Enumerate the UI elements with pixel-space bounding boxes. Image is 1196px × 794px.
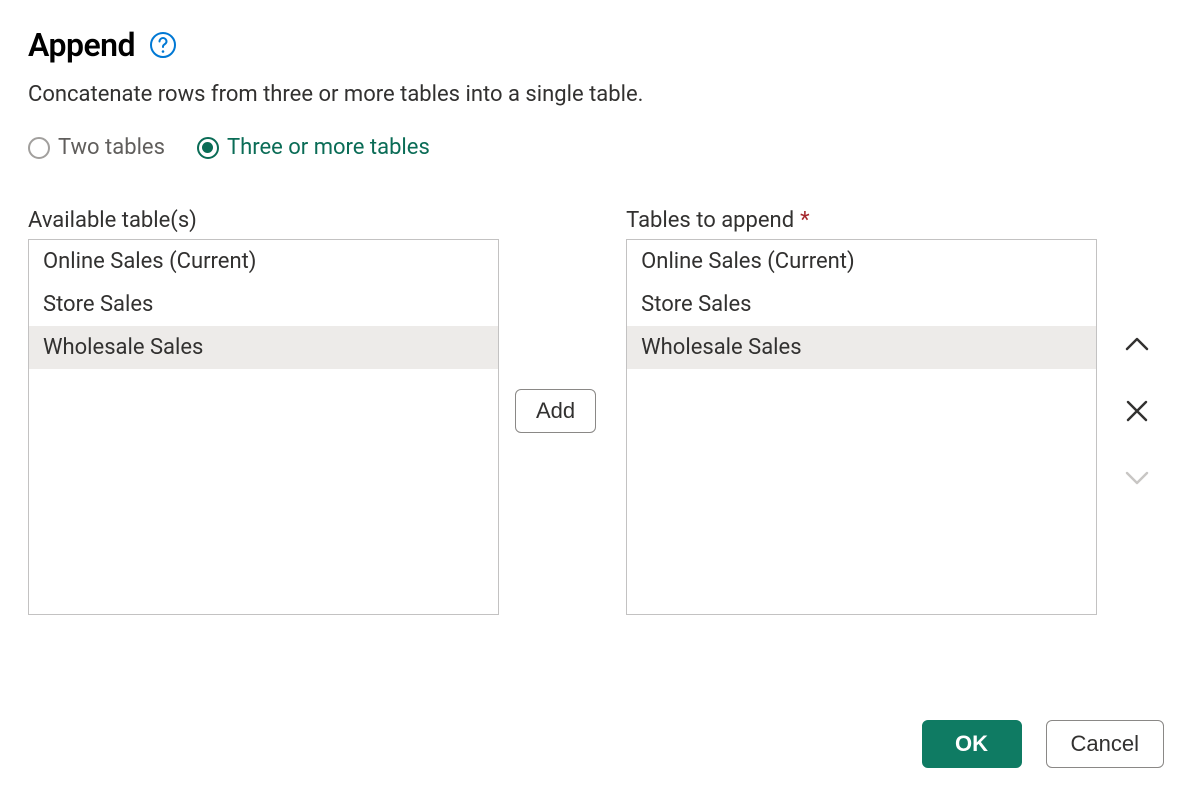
radio-three-or-more-tables[interactable]: Three or more tables	[197, 135, 430, 160]
radio-circle-icon	[28, 137, 50, 159]
append-dialog: Append Concatenate rows from three or mo…	[0, 0, 1196, 794]
radio-circle-icon	[197, 137, 219, 159]
dialog-subtitle: Concatenate rows from three or more tabl…	[28, 82, 1168, 107]
chevron-up-icon	[1123, 331, 1151, 359]
tables-to-append-label: Tables to append	[626, 208, 794, 233]
help-icon[interactable]	[149, 31, 177, 59]
move-up-button[interactable]	[1119, 327, 1155, 363]
available-tables-label: Available table(s)	[28, 208, 197, 233]
remove-button[interactable]	[1119, 393, 1155, 429]
add-button[interactable]: Add	[515, 389, 596, 433]
list-item[interactable]: Online Sales (Current)	[627, 240, 1096, 283]
list-item[interactable]: Wholesale Sales	[627, 326, 1096, 369]
list-item[interactable]: Wholesale Sales	[29, 326, 498, 369]
x-icon	[1124, 398, 1150, 424]
cancel-button[interactable]: Cancel	[1046, 720, 1164, 768]
available-tables-column: Available table(s) Online Sales (Current…	[28, 208, 499, 615]
list-item[interactable]: Online Sales (Current)	[29, 240, 498, 283]
list-item[interactable]: Store Sales	[29, 283, 498, 326]
title-row: Append	[28, 26, 1168, 64]
tables-to-append-listbox[interactable]: Online Sales (Current) Store Sales Whole…	[626, 239, 1097, 615]
move-down-button[interactable]	[1119, 459, 1155, 495]
radio-two-tables[interactable]: Two tables	[28, 135, 165, 160]
dialog-title: Append	[28, 26, 135, 64]
ok-button[interactable]: OK	[922, 720, 1022, 768]
chevron-down-icon	[1123, 463, 1151, 491]
radio-two-tables-label: Two tables	[58, 135, 165, 160]
available-tables-listbox[interactable]: Online Sales (Current) Store Sales Whole…	[28, 239, 499, 615]
list-item[interactable]: Store Sales	[627, 283, 1096, 326]
available-tables-label-row: Available table(s)	[28, 208, 499, 233]
tables-to-append-label-row: Tables to append *	[626, 208, 1097, 233]
tables-to-append-column: Tables to append * Online Sales (Current…	[626, 208, 1097, 615]
dialog-footer: OK Cancel	[922, 720, 1164, 768]
radio-three-or-more-label: Three or more tables	[227, 135, 430, 160]
lists-row: Available table(s) Online Sales (Current…	[28, 208, 1168, 615]
reorder-controls	[1119, 208, 1155, 614]
required-asterisk: *	[800, 208, 809, 233]
mode-radio-group: Two tables Three or more tables	[28, 135, 1168, 160]
add-button-column: Add	[509, 208, 602, 614]
